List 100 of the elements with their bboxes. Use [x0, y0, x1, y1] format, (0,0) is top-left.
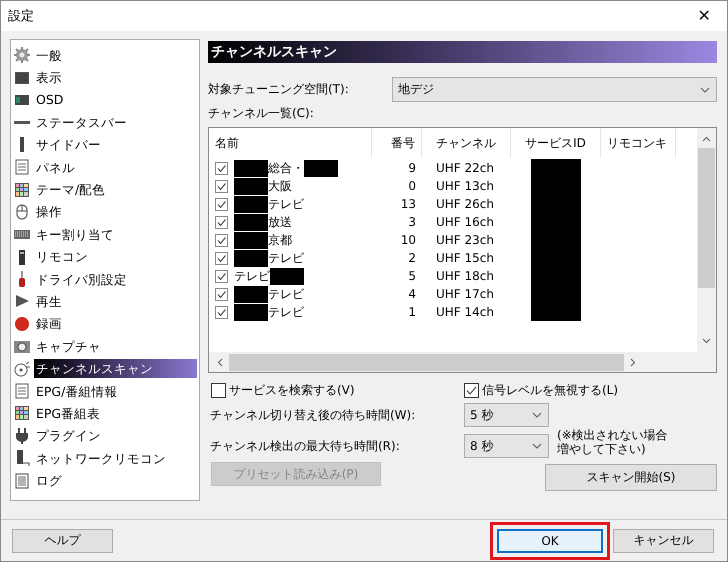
window-title: 設定 [7, 8, 34, 25]
redaction-bar [234, 250, 268, 266]
check-icon [216, 270, 227, 282]
combo-value: 8 秒 [470, 438, 494, 454]
table-cell-text: 2 [407, 250, 417, 267]
help-button[interactable]: ヘルプ [12, 528, 113, 553]
hint-text: 増やして下さい) [557, 442, 646, 456]
table-cell-text: 9 [407, 160, 417, 177]
redaction-bar [234, 196, 268, 212]
sidebar-item[interactable]: テーマ/配色 [34, 180, 108, 200]
start-scan-button[interactable]: スキャン開始(S) [545, 464, 717, 491]
channel-name: 京都 [268, 232, 292, 248]
checkbox[interactable] [215, 162, 228, 174]
remote-icon [14, 450, 30, 466]
sidebar-item[interactable]: OSD [34, 90, 66, 110]
sidebar-item[interactable]: ネットワークリモコン [34, 448, 168, 468]
field-label: チャンネル一覧(C): [208, 105, 315, 122]
camera-icon [14, 338, 30, 354]
sidebar-item[interactable]: リモコン [34, 247, 90, 266]
sidebar-item[interactable]: 表示 [34, 68, 64, 88]
hint-text: (※検出されない場合 [557, 428, 668, 442]
chevron-down-icon [532, 412, 542, 418]
vertical-scrollbar[interactable] [697, 128, 716, 352]
wait-time-dropdown[interactable]: 8 秒 [464, 434, 549, 458]
table-cell-text: 5 [407, 268, 417, 285]
horizontal-scrollbar[interactable] [209, 352, 716, 372]
table-cell-text: 13 [400, 196, 417, 213]
sidebar-item[interactable]: EPG/番組情報 [34, 382, 120, 401]
check-icon [216, 162, 227, 174]
play-icon [14, 293, 30, 310]
check-icon [216, 252, 227, 264]
close-button[interactable]: ✕ [681, 1, 727, 31]
channel-name: 総合・ [268, 160, 304, 176]
sidebar-item[interactable]: 再生 [34, 292, 64, 311]
wait-time-dropdown[interactable]: 5 秒 [464, 403, 549, 427]
channel-name: テレビ [268, 286, 304, 302]
checkbox[interactable] [215, 234, 228, 246]
checkbox[interactable] [215, 270, 228, 282]
sidebar-item[interactable]: キャプチャ [34, 336, 103, 356]
sidebar-item[interactable]: EPG番組表 [34, 404, 102, 423]
table-cell-text: 1 [407, 304, 417, 321]
redaction-bar [234, 286, 268, 302]
sidebar-item[interactable]: 操作 [34, 202, 64, 222]
section-header: チャンネルスキャン [208, 41, 717, 63]
monitor-icon [14, 70, 30, 86]
tuning-space-dropdown[interactable]: 地デジ [392, 77, 717, 102]
redaction-bar [234, 304, 268, 320]
checkbox-label: 信号レベルを無視する(L) [482, 382, 618, 399]
document-icon [14, 159, 30, 176]
check-icon [216, 198, 227, 210]
scroll-right-icon [630, 358, 636, 366]
check-icon [216, 216, 227, 228]
table-cell-text: 0 [407, 178, 417, 195]
document-icon [14, 472, 30, 489]
cancel-button[interactable]: キャンセル [613, 528, 714, 553]
checkbox[interactable] [215, 306, 228, 318]
chevron-down-icon [700, 86, 710, 92]
column-header[interactable]: 名前 [209, 128, 372, 158]
sidebar-item[interactable]: プラグイン [34, 426, 103, 446]
checkbox[interactable] [215, 198, 228, 210]
checkbox[interactable] [215, 216, 228, 228]
check-icon [216, 234, 227, 246]
status-bar-icon [14, 120, 30, 124]
channel-name: 放送 [268, 214, 292, 230]
checkbox[interactable] [464, 383, 479, 398]
checkbox[interactable] [215, 252, 228, 264]
sidebar-item[interactable]: チャンネルスキャン [34, 359, 197, 378]
table-cell-text: 4 [407, 286, 417, 303]
sidebar-item[interactable]: サイドバー [34, 135, 103, 154]
redaction-bar [304, 160, 338, 176]
field-label: 対象チューニング空間(T): [208, 81, 350, 98]
sidebar-icon [20, 137, 24, 152]
check-icon [465, 384, 478, 397]
column-header[interactable]: 番号 [372, 128, 422, 158]
channel-name: テレビ [268, 196, 304, 212]
sidebar-item[interactable]: ログ [34, 471, 64, 490]
chevron-down-icon [532, 443, 542, 449]
sidebar-item[interactable]: ドライバ別設定 [34, 270, 129, 289]
sidebar-item[interactable]: 一般 [34, 46, 64, 65]
checkbox[interactable] [215, 288, 228, 300]
channel-name: テレビ [268, 304, 304, 320]
ok-button[interactable]: OK [497, 528, 603, 553]
scroll-up-icon [702, 136, 711, 142]
column-header[interactable]: チャンネル [422, 128, 511, 158]
column-header[interactable]: サービスID [511, 128, 601, 158]
checkbox[interactable] [211, 383, 226, 398]
dish-icon [14, 360, 30, 377]
plug-icon [14, 428, 30, 444]
scroll-down-icon [702, 338, 711, 344]
check-icon [216, 306, 227, 318]
channel-name: テレビ [268, 250, 304, 266]
sidebar-item[interactable]: 録画 [34, 314, 64, 334]
sidebar-item[interactable]: パネル [34, 158, 77, 177]
redaction-bar [234, 214, 268, 230]
checkbox[interactable] [215, 180, 228, 192]
column-header[interactable]: リモコンキ [601, 128, 676, 158]
table-cell-text: UHF 14ch [435, 304, 495, 321]
sidebar-item[interactable]: キー割り当て [34, 224, 116, 244]
sidebar-item[interactable]: ステータスバー [34, 112, 129, 132]
mouse-icon [14, 204, 30, 220]
